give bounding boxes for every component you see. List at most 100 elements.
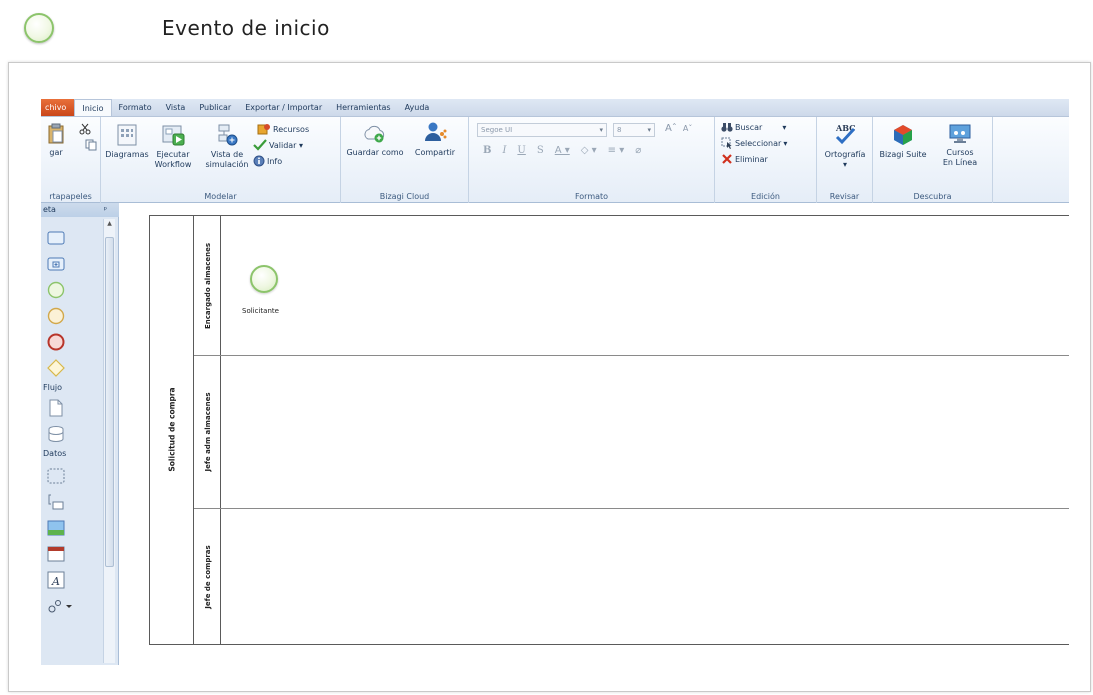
- ortografia-label: Ortografía: [824, 150, 866, 159]
- image-shape-icon[interactable]: [47, 519, 65, 537]
- strikethrough-icon[interactable]: S: [537, 145, 544, 156]
- cursos-label-1: Cursos: [946, 148, 974, 157]
- fill-color-icon[interactable]: ◇ ▾: [581, 145, 597, 156]
- cursos-label-2: En Línea: [942, 158, 978, 167]
- eliminar-button[interactable]: Eliminar: [721, 153, 768, 165]
- chevron-down-icon: ▾: [599, 126, 603, 134]
- tab-publicar[interactable]: Publicar: [192, 99, 238, 116]
- pin-icon[interactable]: ᵖ: [104, 203, 107, 217]
- task-shape-icon[interactable]: [47, 229, 65, 247]
- seleccionar-button[interactable]: Seleccionar ▾: [721, 137, 787, 149]
- page: Evento de inicio chivo Inicio Formato Vi…: [0, 0, 1093, 695]
- lane-header[interactable]: Jefe de compras: [194, 509, 221, 645]
- font-size-select[interactable]: 8 ▾: [613, 123, 655, 137]
- validar-label: Validar ▾: [269, 140, 304, 150]
- intermediate-event-shape-icon[interactable]: [47, 307, 65, 325]
- diagramas-label: Diagramas: [105, 150, 149, 159]
- palette-scrollbar[interactable]: ▲: [103, 219, 115, 663]
- group-label-formato: Formato: [574, 192, 609, 201]
- group-clipboard: gar rtapapeles: [41, 117, 101, 203]
- group-label-edicion: Edición: [751, 192, 780, 201]
- text-shape-icon[interactable]: A: [47, 571, 65, 589]
- diagram-grid-icon: [117, 124, 137, 146]
- scroll-up-icon[interactable]: ▲: [105, 220, 114, 230]
- group-bizagi-cloud: Guardar como Compartir Bizagi Cloud: [341, 117, 469, 203]
- group-label-cloud: Bizagi Cloud: [379, 192, 430, 201]
- tab-file[interactable]: chivo: [41, 99, 75, 116]
- ejecutar-workflow-button[interactable]: Ejecutar Workflow: [151, 123, 195, 170]
- end-event-shape-icon[interactable]: [47, 333, 65, 351]
- scrollbar-thumb[interactable]: [105, 237, 114, 567]
- buscar-button[interactable]: Buscar ▾: [721, 121, 786, 133]
- annotation-shape-icon[interactable]: [47, 493, 65, 511]
- grow-font-icon[interactable]: Aˆ: [665, 123, 677, 134]
- shrink-font-icon[interactable]: Aˇ: [683, 124, 692, 133]
- delete-x-icon: [722, 154, 732, 164]
- tab-formato[interactable]: Formato: [112, 99, 159, 116]
- compartir-button[interactable]: Compartir: [409, 121, 461, 158]
- data-object-shape-icon[interactable]: [47, 399, 65, 417]
- lane-jefe-de-compras[interactable]: Jefe de compras: [194, 509, 1069, 645]
- palette-section-datos: Datos: [43, 449, 67, 458]
- font-size-buttons: Aˆ Aˇ: [665, 123, 692, 134]
- palette-section-flujo: Flujo: [43, 383, 63, 392]
- ortografia-button[interactable]: ABC Ortografía ▾: [821, 121, 869, 170]
- more-shapes-icon[interactable]: [47, 597, 73, 615]
- tab-herramientas[interactable]: Herramientas: [329, 99, 398, 116]
- validar-button[interactable]: Validar ▾: [253, 139, 303, 151]
- data-store-shape-icon[interactable]: [47, 425, 65, 443]
- online-courses-icon: [949, 124, 971, 143]
- lane-header[interactable]: Jefe adm almacenes: [194, 356, 221, 508]
- bizagi-suite-button[interactable]: Bizagi Suite: [875, 123, 931, 160]
- subprocess-shape-icon[interactable]: [47, 255, 65, 273]
- diagram-canvas[interactable]: Solicitud de compra Encargado almacenes …: [120, 203, 1069, 665]
- tab-vista[interactable]: Vista: [159, 99, 193, 116]
- font-name-select[interactable]: Segoe UI ▾: [477, 123, 607, 137]
- start-event-shape-icon[interactable]: [47, 281, 65, 299]
- italic-icon[interactable]: I: [502, 145, 506, 156]
- copy-icon[interactable]: [85, 139, 97, 151]
- font-size-value: 8: [617, 126, 622, 134]
- binoculars-icon: [721, 123, 733, 132]
- lane-header[interactable]: Encargado almacenes: [194, 216, 221, 355]
- paste-icon: [48, 123, 64, 144]
- pool[interactable]: Solicitud de compra Encargado almacenes …: [149, 215, 1069, 645]
- info-button[interactable]: Info: [253, 155, 282, 167]
- guardar-como-button[interactable]: Guardar como: [343, 123, 407, 158]
- lane-encargado-almacenes[interactable]: Encargado almacenes Solicitante: [194, 216, 1069, 356]
- share-user-icon: [425, 122, 447, 141]
- group-edicion: Buscar ▾ Seleccionar ▾ Eliminar Edición: [715, 117, 817, 203]
- cursos-en-linea-button[interactable]: Cursos En Línea: [935, 123, 985, 168]
- gateway-shape-icon[interactable]: [47, 359, 65, 377]
- svg-text:A: A: [51, 575, 60, 588]
- underline-icon[interactable]: U: [517, 145, 525, 156]
- palette-title: eta: [43, 205, 56, 214]
- shape-palette: eta ᵖ Flujo Datos A ▲: [41, 203, 119, 665]
- diagramas-button[interactable]: Diagramas: [105, 123, 149, 160]
- font-color-icon[interactable]: A ▾: [555, 145, 570, 156]
- paste-label: gar: [49, 148, 63, 157]
- pool-header[interactable]: Solicitud de compra: [150, 216, 194, 645]
- lane-jefe-adm-almacenes[interactable]: Jefe adm almacenes: [194, 356, 1069, 509]
- bizagi-logo-icon: [894, 125, 912, 145]
- group-formato: Segoe UI ▾ 8 ▾ Aˆ Aˇ B I U S A ▾ ◇ ▾ ≡ ▾…: [469, 117, 715, 203]
- tab-exportar-importar[interactable]: Exportar / Importar: [238, 99, 329, 116]
- compartir-label: Compartir: [414, 148, 456, 157]
- tab-inicio[interactable]: Inicio: [74, 99, 112, 116]
- recursos-button[interactable]: Recursos: [257, 123, 309, 135]
- buscar-label: Buscar: [735, 122, 763, 132]
- align-icon[interactable]: ≡ ▾: [608, 145, 625, 156]
- cut-icon[interactable]: [79, 123, 91, 135]
- vista-simulacion-button[interactable]: Vista de simulación: [205, 123, 249, 170]
- start-event[interactable]: [250, 265, 278, 293]
- bizagi-suite-label: Bizagi Suite: [879, 150, 927, 159]
- pool-name: Solicitud de compra: [167, 387, 177, 472]
- group-shape-icon[interactable]: [47, 467, 65, 485]
- bold-icon[interactable]: B: [483, 145, 491, 156]
- eliminar-label: Eliminar: [735, 154, 768, 164]
- clear-format-icon[interactable]: ⌀: [635, 145, 641, 156]
- tab-ayuda[interactable]: Ayuda: [398, 99, 437, 116]
- group-modelar: Diagramas Ejecutar Workflow Vista de sim…: [101, 117, 341, 203]
- paste-button[interactable]: gar: [43, 123, 69, 158]
- header-shape-icon[interactable]: [47, 545, 65, 563]
